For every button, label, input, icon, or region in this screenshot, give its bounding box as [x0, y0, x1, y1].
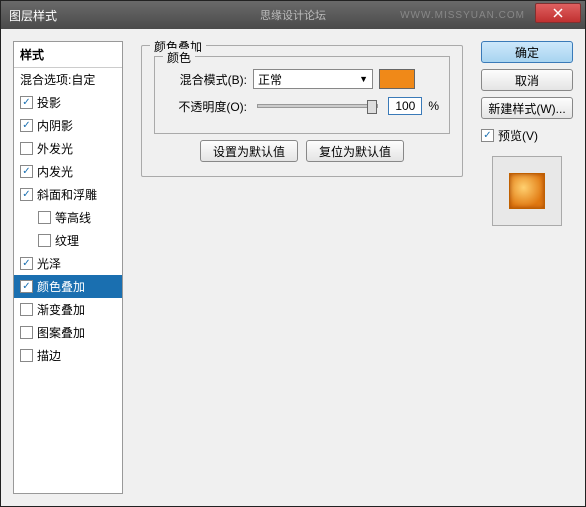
preview-label: 预览(V) — [498, 127, 538, 144]
new-style-button[interactable]: 新建样式(W)... — [481, 97, 573, 119]
sidebar-item-9[interactable]: 颜色叠加 — [14, 275, 122, 298]
sidebar-item-12[interactable]: 描边 — [14, 344, 122, 367]
style-checkbox[interactable] — [20, 96, 33, 109]
sidebar-item-label: 斜面和浮雕 — [37, 186, 97, 203]
style-checkbox[interactable] — [38, 234, 51, 247]
ok-button[interactable]: 确定 — [481, 41, 573, 63]
layer-style-dialog: 图层样式 思缘设计论坛 WWW.MISSYUAN.COM 样式 混合选项:自定投… — [0, 0, 586, 507]
color-group-label: 颜色 — [163, 49, 195, 66]
cancel-button[interactable]: 取消 — [481, 69, 573, 91]
style-checkbox[interactable] — [20, 165, 33, 178]
blend-mode-select[interactable]: 正常 ▼ — [253, 69, 373, 89]
sidebar-item-11[interactable]: 图案叠加 — [14, 321, 122, 344]
opacity-slider[interactable] — [257, 104, 378, 108]
opacity-unit: % — [428, 99, 439, 113]
opacity-input[interactable]: 100 — [388, 97, 422, 115]
sidebar-item-8[interactable]: 光泽 — [14, 252, 122, 275]
color-overlay-group: 颜色叠加 颜色 混合模式(B): 正常 ▼ 不透明度(O): — [141, 45, 463, 177]
blend-mode-value: 正常 — [258, 71, 282, 88]
sidebar-item-label: 描边 — [37, 347, 61, 364]
style-checkbox[interactable] — [20, 303, 33, 316]
sidebar-item-label: 纹理 — [55, 232, 79, 249]
opacity-label: 不透明度(O): — [165, 98, 247, 115]
sidebar-item-label: 等高线 — [55, 209, 91, 226]
sidebar-item-3[interactable]: 外发光 — [14, 137, 122, 160]
right-column: 确定 取消 新建样式(W)... 预览(V) — [481, 41, 573, 494]
sidebar-item-5[interactable]: 斜面和浮雕 — [14, 183, 122, 206]
set-default-button[interactable]: 设置为默认值 — [200, 140, 298, 162]
titlebar: 图层样式 思缘设计论坛 WWW.MISSYUAN.COM — [1, 1, 585, 29]
sidebar-item-6[interactable]: 等高线 — [14, 206, 122, 229]
sidebar-item-label: 颜色叠加 — [37, 278, 85, 295]
sidebar-header: 样式 — [14, 42, 122, 68]
sidebar-item-7[interactable]: 纹理 — [14, 229, 122, 252]
sidebar-item-10[interactable]: 渐变叠加 — [14, 298, 122, 321]
reset-default-button[interactable]: 复位为默认值 — [306, 140, 404, 162]
sidebar-item-1[interactable]: 投影 — [14, 91, 122, 114]
style-checkbox[interactable] — [20, 188, 33, 201]
content-area: 样式 混合选项:自定投影内阴影外发光内发光斜面和浮雕等高线纹理光泽颜色叠加渐变叠… — [1, 29, 585, 506]
preview-toggle[interactable]: 预览(V) — [481, 125, 573, 146]
style-checkbox[interactable] — [20, 257, 33, 270]
sidebar-item-0[interactable]: 混合选项:自定 — [14, 68, 122, 91]
sidebar-item-label: 光泽 — [37, 255, 61, 272]
slider-thumb[interactable] — [367, 100, 377, 114]
color-swatch[interactable] — [379, 69, 415, 89]
sidebar-item-label: 内阴影 — [37, 117, 73, 134]
preview-swatch — [509, 173, 545, 209]
color-group: 颜色 混合模式(B): 正常 ▼ 不透明度(O): — [154, 56, 450, 134]
styles-sidebar: 样式 混合选项:自定投影内阴影外发光内发光斜面和浮雕等高线纹理光泽颜色叠加渐变叠… — [13, 41, 123, 494]
style-checkbox[interactable] — [20, 326, 33, 339]
sidebar-item-label: 内发光 — [37, 163, 73, 180]
preview-checkbox[interactable] — [481, 129, 494, 142]
watermark: WWW.MISSYUAN.COM — [400, 10, 525, 21]
sidebar-item-2[interactable]: 内阴影 — [14, 114, 122, 137]
close-icon — [553, 8, 563, 18]
chevron-down-icon: ▼ — [359, 74, 368, 84]
sidebar-item-label: 外发光 — [37, 140, 73, 157]
style-checkbox[interactable] — [20, 280, 33, 293]
blend-mode-row: 混合模式(B): 正常 ▼ — [165, 69, 439, 89]
style-checkbox[interactable] — [20, 142, 33, 155]
default-buttons-row: 设置为默认值 复位为默认值 — [154, 140, 450, 162]
sidebar-item-label: 渐变叠加 — [37, 301, 85, 318]
style-checkbox[interactable] — [38, 211, 51, 224]
opacity-row: 不透明度(O): 100 % — [165, 97, 439, 115]
sidebar-item-label: 图案叠加 — [37, 324, 85, 341]
style-checkbox[interactable] — [20, 119, 33, 132]
blend-mode-label: 混合模式(B): — [165, 71, 247, 88]
titlebar-center-text: 思缘设计论坛 — [260, 7, 326, 23]
preview-thumbnail — [492, 156, 562, 226]
sidebar-item-label: 投影 — [37, 94, 61, 111]
sidebar-item-4[interactable]: 内发光 — [14, 160, 122, 183]
main-panel: 颜色叠加 颜色 混合模式(B): 正常 ▼ 不透明度(O): — [133, 41, 471, 494]
close-button[interactable] — [535, 3, 581, 23]
style-checkbox[interactable] — [20, 349, 33, 362]
sidebar-item-label: 混合选项:自定 — [20, 71, 95, 88]
